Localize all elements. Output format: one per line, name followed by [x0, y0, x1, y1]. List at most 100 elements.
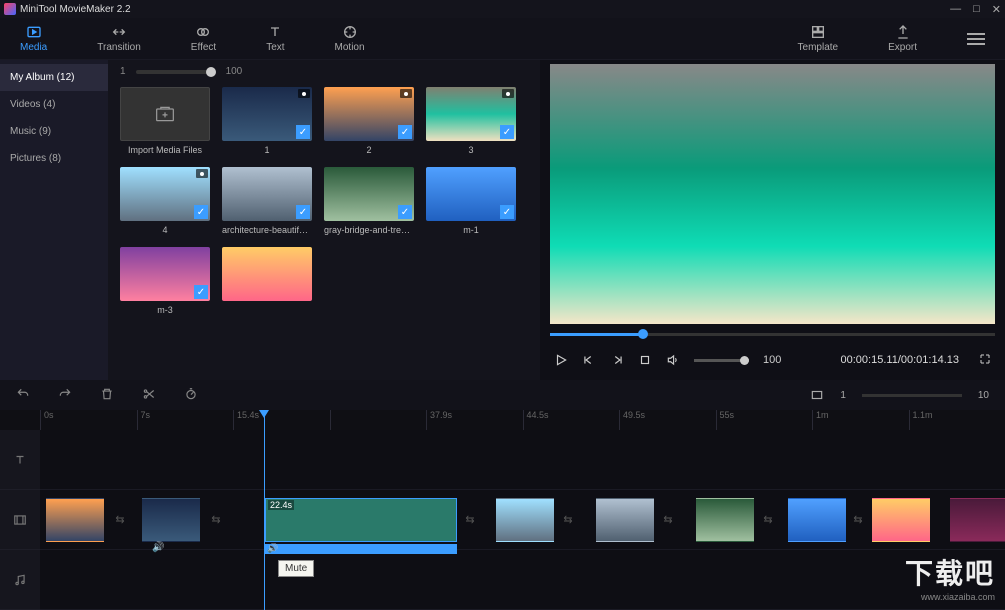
sidebar-item-myalbum[interactable]: My Album (12): [0, 64, 108, 91]
preview-screen[interactable]: [550, 64, 995, 324]
media-thumb[interactable]: ✓: [222, 87, 312, 141]
ruler-mark: 7s: [137, 410, 234, 430]
media-label: 2: [366, 145, 371, 155]
audio-track-label: [0, 550, 40, 610]
fullscreen-button[interactable]: [979, 353, 991, 368]
split-button[interactable]: [142, 387, 156, 404]
transition-slot[interactable]: ⇆: [558, 498, 578, 542]
transition-icon: [111, 24, 127, 40]
check-icon: ✓: [296, 205, 310, 219]
timeline-clip[interactable]: [46, 498, 104, 542]
delete-button[interactable]: [100, 387, 114, 404]
timeline-clip[interactable]: [596, 498, 654, 542]
tab-effect[interactable]: Effect: [191, 24, 216, 53]
media-label: 3: [468, 145, 473, 155]
transition-slot[interactable]: ⇆: [206, 498, 226, 542]
check-icon: ✓: [500, 125, 514, 139]
media-thumb[interactable]: ✓: [324, 167, 414, 221]
timeline-clip[interactable]: [950, 498, 1005, 542]
media-thumb[interactable]: ✓: [426, 87, 516, 141]
transition-slot[interactable]: ⇆: [460, 498, 480, 542]
volume-button[interactable]: [666, 353, 680, 367]
tab-template[interactable]: Template: [798, 24, 839, 53]
play-button[interactable]: [554, 353, 568, 367]
speed-button[interactable]: [184, 387, 198, 404]
ruler-mark: 55s: [716, 410, 813, 430]
sidebar-item-pictures[interactable]: Pictures (8): [0, 145, 108, 172]
media-panel: 1 100 Import Media Files ✓1 ✓2 ✓3 ✓4 ✓ar…: [108, 60, 540, 380]
media-thumb[interactable]: ✓: [222, 167, 312, 221]
tab-export-label: Export: [888, 42, 917, 53]
tab-text-label: Text: [266, 42, 284, 53]
media-thumb[interactable]: ✓: [120, 247, 210, 301]
timeline-zoom-slider[interactable]: [862, 394, 962, 397]
tl-zoom-max: 10: [978, 390, 989, 401]
export-icon: [895, 24, 911, 40]
fit-button[interactable]: [810, 388, 824, 402]
timeline-ruler[interactable]: 0s 7s 15.4s 37.9s 44.5s 49.5s 55s 1m 1.1…: [0, 410, 1005, 430]
check-icon: ✓: [398, 125, 412, 139]
timeline-clip[interactable]: [142, 498, 200, 542]
ruler-mark: 15.4s: [233, 410, 330, 430]
transition-slot[interactable]: ⇆: [848, 498, 868, 542]
main-toolbar: Media Transition Effect Text Motion Temp…: [0, 18, 1005, 60]
media-label: gray-bridge-and-trees-...: [324, 225, 414, 235]
app-logo: [4, 3, 16, 15]
ruler-mark: 1.1m: [909, 410, 1005, 430]
undo-button[interactable]: [16, 387, 30, 404]
playhead[interactable]: [264, 410, 265, 610]
close-button[interactable]: ✕: [992, 3, 1001, 16]
media-thumb[interactable]: ✓: [426, 167, 516, 221]
tab-motion-label: Motion: [335, 42, 365, 53]
media-thumb[interactable]: ✓: [324, 87, 414, 141]
sidebar: My Album (12) Videos (4) Music (9) Pictu…: [0, 60, 108, 380]
tab-export[interactable]: Export: [888, 24, 917, 53]
seek-slider[interactable]: [550, 333, 995, 336]
timeline-clip[interactable]: [788, 498, 846, 542]
template-icon: [810, 24, 826, 40]
tab-text[interactable]: Text: [266, 24, 284, 53]
transition-slot[interactable]: ⇆: [758, 498, 778, 542]
media-icon: [26, 24, 42, 40]
timeline-clip[interactable]: [872, 498, 930, 542]
sidebar-item-videos[interactable]: Videos (4): [0, 91, 108, 118]
ruler-mark: [330, 410, 427, 430]
import-media-button[interactable]: [120, 87, 210, 141]
minimize-button[interactable]: —: [950, 3, 961, 16]
effect-icon: [195, 24, 211, 40]
video-track[interactable]: ⇆ 🔊 ⇆ 22.4s 🔊 Mute ⇆ ⇆ ⇆ ⇆ ⇆: [40, 490, 1005, 550]
stop-button[interactable]: [638, 353, 652, 367]
timeline-clip[interactable]: [496, 498, 554, 542]
ruler-mark: 44.5s: [523, 410, 620, 430]
text-icon: [267, 24, 283, 40]
tab-media[interactable]: Media: [20, 24, 47, 53]
video-track-label: [0, 490, 40, 550]
check-icon: ✓: [296, 125, 310, 139]
volume-value: 100: [763, 354, 781, 366]
media-thumb[interactable]: ✓: [120, 167, 210, 221]
timeline-tracks[interactable]: ⇆ 🔊 ⇆ 22.4s 🔊 Mute ⇆ ⇆ ⇆ ⇆ ⇆: [40, 430, 1005, 610]
audio-track[interactable]: [40, 550, 1005, 610]
watermark: 下载吧 www.xiazaiba.com: [905, 552, 995, 602]
sidebar-item-music[interactable]: Music (9): [0, 118, 108, 145]
check-icon: ✓: [194, 285, 208, 299]
check-icon: ✓: [500, 205, 514, 219]
text-track[interactable]: [40, 430, 1005, 490]
transition-slot[interactable]: ⇆: [658, 498, 678, 542]
ruler-mark: 1m: [812, 410, 909, 430]
next-frame-button[interactable]: [610, 353, 624, 367]
tab-transition[interactable]: Transition: [97, 24, 141, 53]
timeline-clip[interactable]: [696, 498, 754, 542]
media-zoom-slider[interactable]: [136, 70, 216, 74]
redo-button[interactable]: [58, 387, 72, 404]
timeline-clip-selected[interactable]: 22.4s: [265, 498, 457, 542]
tab-motion[interactable]: Motion: [335, 24, 365, 53]
media-thumb[interactable]: [222, 247, 312, 301]
maximize-button[interactable]: □: [973, 3, 980, 16]
prev-frame-button[interactable]: [582, 353, 596, 367]
menu-button[interactable]: [967, 33, 985, 45]
ruler-mark: 49.5s: [619, 410, 716, 430]
volume-slider[interactable]: [694, 359, 749, 362]
transition-slot[interactable]: ⇆: [110, 498, 130, 542]
tab-transition-label: Transition: [97, 42, 141, 53]
